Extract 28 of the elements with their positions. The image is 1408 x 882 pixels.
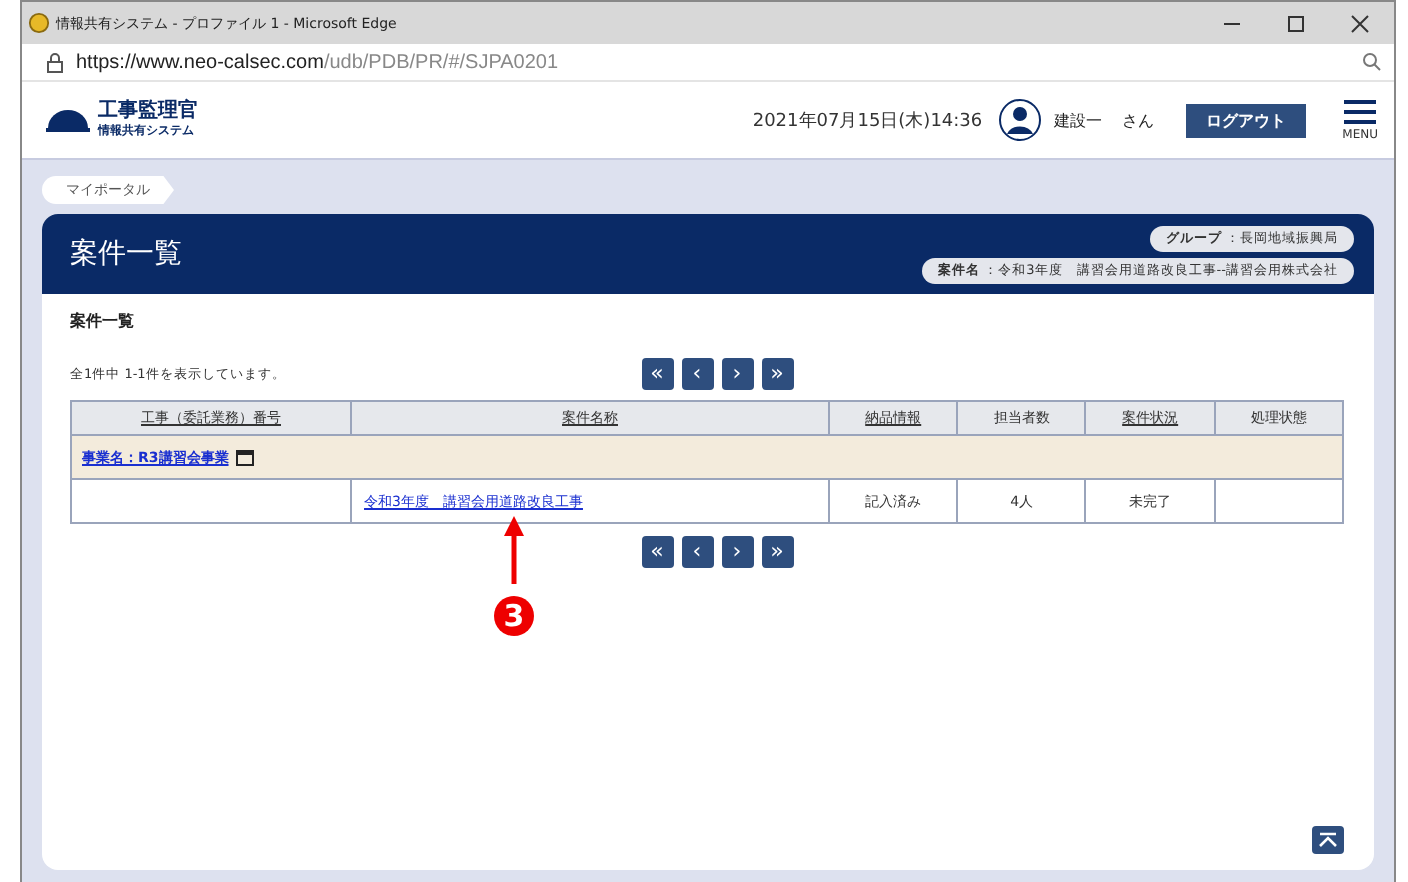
pager-button[interactable]: › (721, 358, 753, 390)
pager-button[interactable]: » (761, 536, 793, 568)
callout-arrow (504, 516, 524, 584)
callout-number: 3 (494, 596, 534, 636)
app-icon (28, 12, 50, 34)
menu-icon (1344, 99, 1377, 123)
pager-button[interactable]: » (761, 358, 793, 390)
avatar-icon (998, 98, 1043, 142)
logo-icon (46, 108, 90, 132)
scroll-top-icon (1318, 832, 1338, 848)
pager-button[interactable]: › (721, 536, 753, 568)
pager-button[interactable]: « (641, 358, 673, 390)
logout-button[interactable]: ログアウト (1186, 103, 1307, 137)
user-name: 建設一 (1054, 109, 1103, 131)
lock-icon (46, 51, 64, 73)
window-icon[interactable] (236, 449, 255, 465)
page-title: 案件一覧 (70, 236, 182, 272)
pager-button[interactable]: « (641, 536, 673, 568)
maximize-icon[interactable] (1286, 13, 1306, 33)
section-title: 案件一覧 (70, 310, 136, 332)
zoom-icon[interactable] (1362, 52, 1382, 72)
user-honorific: さん (1122, 109, 1155, 131)
pager-button[interactable]: ‹ (681, 358, 713, 390)
close-icon[interactable] (1350, 13, 1370, 33)
datetime: 2021年07月15日(木)14:36 (752, 109, 983, 133)
logo-title: 工事監理官 (98, 100, 198, 124)
pager-button[interactable]: ‹ (681, 536, 713, 568)
scroll-top-button[interactable] (1312, 826, 1344, 854)
